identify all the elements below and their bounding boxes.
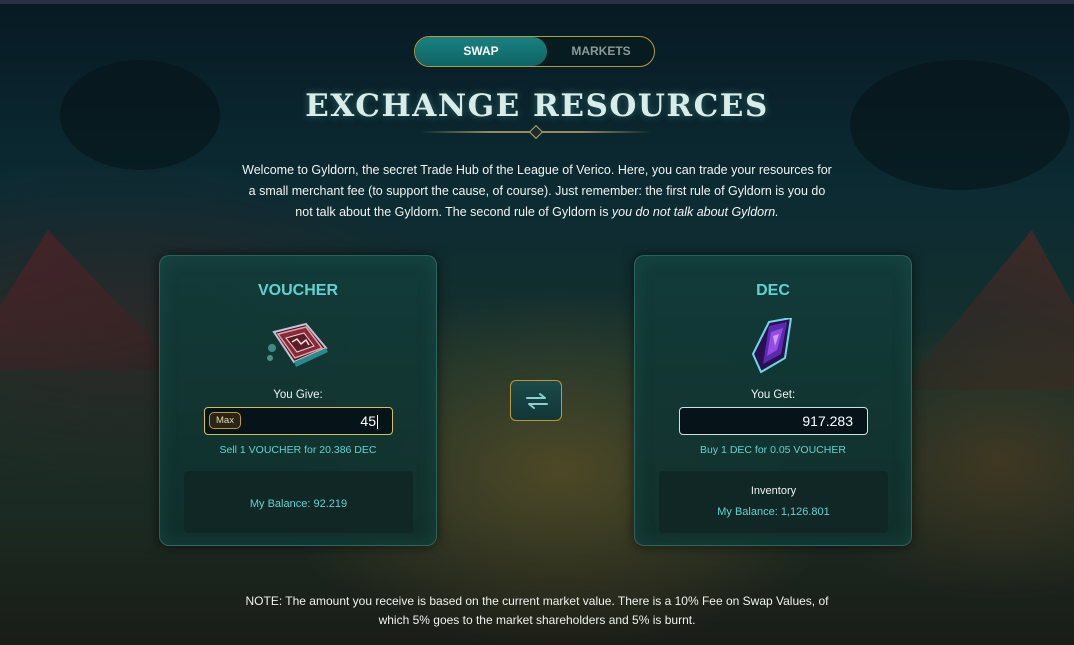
- give-balance: My Balance: 92.219: [249, 498, 348, 510]
- intro-emphasis: you do not talk about Gyldorn.: [611, 205, 779, 219]
- tab-swap[interactable]: SWAP: [415, 37, 547, 66]
- give-amount-input[interactable]: Max 45: [204, 407, 393, 435]
- get-card-title: DEC: [756, 282, 790, 299]
- give-amount-value: 45: [360, 413, 376, 429]
- give-card-title: VOUCHER: [257, 282, 338, 299]
- voucher-book-icon: [264, 318, 334, 374]
- background-tree: [850, 60, 1070, 190]
- dec-crystal-icon: [739, 316, 809, 374]
- intro-text: Welcome to Gyldorn, the secret Trade Hub…: [240, 160, 834, 223]
- title-divider-ornament: [528, 124, 544, 140]
- inventory-label: Inventory: [750, 485, 797, 497]
- get-amount-field[interactable]: 917.283: [679, 407, 868, 435]
- buy-rate: Buy 1 DEC for 0.05 VOUCHER: [700, 444, 846, 456]
- text-caret: [377, 415, 378, 430]
- give-balance-panel: My Balance: 92.219: [184, 471, 413, 533]
- swap-direction-button[interactable]: [510, 380, 562, 421]
- you-give-label: You Give:: [273, 389, 323, 401]
- fee-note: NOTE: The amount you receive is based on…: [245, 594, 829, 627]
- background-tent-right: [900, 230, 1074, 390]
- get-card: DEC You Get: 917.283 Buy 1 DEC for 0.05 …: [634, 255, 912, 546]
- sell-rate: Sell 1 VOUCHER for 20.386 DEC: [219, 444, 377, 456]
- get-balance: My Balance: 1,126.801: [717, 506, 830, 518]
- swap-arrows-icon: [526, 393, 548, 409]
- tab-markets[interactable]: MARKETS: [547, 37, 654, 66]
- get-balance-panel: Inventory My Balance: 1,126.801: [659, 471, 888, 533]
- background-tent-left: [0, 230, 180, 370]
- page-title: EXCHANGE RESOURCES: [305, 88, 769, 124]
- swap-markets-toggle: SWAP MARKETS: [414, 36, 655, 67]
- give-card: VOUCHER You Give: Max 45 Sell 1 VOUCHER …: [159, 255, 437, 546]
- you-get-label: You Get:: [750, 389, 796, 401]
- max-button[interactable]: Max: [209, 412, 241, 429]
- top-bar: [0, 0, 1074, 4]
- get-amount-value: 917.283: [802, 413, 853, 429]
